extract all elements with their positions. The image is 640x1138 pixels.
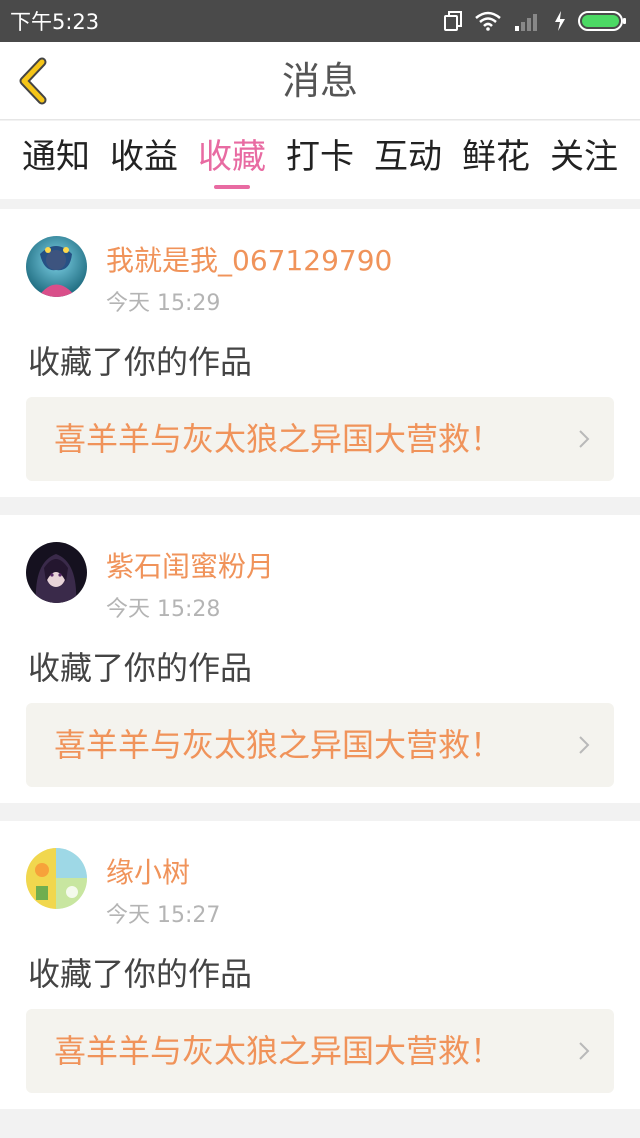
- tab-label: 通知: [22, 137, 90, 177]
- work-title: 喜羊羊与灰太狼之异国大营救！: [54, 420, 503, 458]
- title-bar: 消息: [0, 42, 640, 120]
- wifi-icon: [475, 11, 501, 31]
- signal-icon: [515, 14, 537, 31]
- tab-bar: 通知 收益 收藏 打卡 互动 鲜花 关注: [0, 121, 640, 199]
- tab-label: 关注: [550, 137, 618, 177]
- message-card: 我就是我_067129790 今天 15:29 收藏了你的作品 喜羊羊与灰太狼之…: [0, 209, 640, 497]
- action-text: 收藏了你的作品: [28, 955, 253, 993]
- dual-sim-icon: [444, 11, 462, 31]
- message-card: 紫石闺蜜粉月 今天 15:28 收藏了你的作品 喜羊羊与灰太狼之异国大营救！: [0, 515, 640, 803]
- message-card: 缘小树 今天 15:27 收藏了你的作品 喜羊羊与灰太狼之异国大营救！: [0, 821, 640, 1109]
- chevron-right-icon: [579, 430, 590, 448]
- username[interactable]: 紫石闺蜜粉月: [106, 545, 274, 585]
- tab-earnings[interactable]: 收益: [110, 121, 178, 199]
- tab-label: 收益: [110, 137, 178, 177]
- work-link[interactable]: 喜羊羊与灰太狼之异国大营救！: [26, 397, 614, 481]
- tab-interactions[interactable]: 互动: [374, 121, 442, 199]
- username[interactable]: 我就是我_067129790: [106, 239, 392, 279]
- work-title: 喜羊羊与灰太狼之异国大营救！: [54, 726, 503, 764]
- action-text: 收藏了你的作品: [28, 649, 253, 687]
- timestamp: 今天 15:28: [106, 597, 221, 622]
- status-bar: 下午5:23: [0, 0, 640, 42]
- tab-favorites[interactable]: 收藏: [198, 121, 266, 199]
- username[interactable]: 缘小树: [106, 851, 190, 891]
- message-list: 我就是我_067129790 今天 15:29 收藏了你的作品 喜羊羊与灰太狼之…: [0, 209, 640, 1127]
- status-time: 下午5:23: [10, 10, 100, 34]
- tab-follows[interactable]: 关注: [550, 121, 618, 199]
- work-link[interactable]: 喜羊羊与灰太狼之异国大营救！: [26, 1009, 614, 1093]
- timestamp: 今天 15:27: [106, 903, 221, 928]
- tab-label: 鲜花: [462, 137, 530, 177]
- tab-label: 收藏: [198, 137, 266, 177]
- tab-label: 互动: [374, 137, 442, 177]
- battery-icon: [578, 11, 626, 31]
- tab-flowers[interactable]: 鲜花: [462, 121, 530, 199]
- page-title: 消息: [281, 59, 358, 103]
- avatar[interactable]: [26, 848, 87, 909]
- work-title: 喜羊羊与灰太狼之异国大营救！: [54, 1032, 503, 1070]
- chevron-right-icon: [579, 1042, 590, 1060]
- action-text: 收藏了你的作品: [28, 343, 253, 381]
- charging-icon: [555, 11, 565, 31]
- tab-check-in[interactable]: 打卡: [286, 121, 354, 199]
- tab-label: 打卡: [286, 137, 354, 177]
- chevron-right-icon: [579, 736, 590, 754]
- avatar[interactable]: [26, 542, 87, 603]
- work-link[interactable]: 喜羊羊与灰太狼之异国大营救！: [26, 703, 614, 787]
- status-icons: [444, 10, 628, 32]
- timestamp: 今天 15:29: [106, 291, 221, 316]
- active-tab-indicator: [214, 185, 250, 189]
- avatar[interactable]: [26, 236, 87, 297]
- tab-notifications[interactable]: 通知: [22, 121, 90, 199]
